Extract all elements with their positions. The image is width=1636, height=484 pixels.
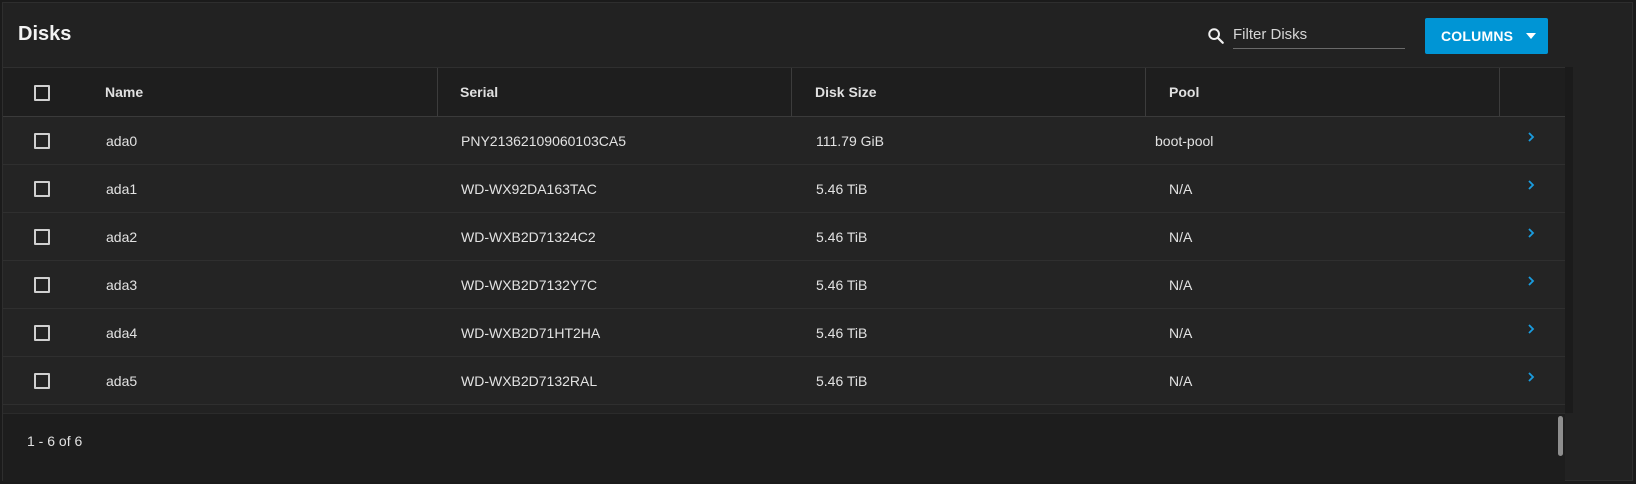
row-checkbox[interactable]: [34, 181, 50, 197]
table-scrollbar-track[interactable]: [1565, 67, 1573, 413]
column-divider[interactable]: [437, 68, 438, 116]
columns-button[interactable]: COLUMNS: [1425, 18, 1548, 54]
toolbar: Disks COLUMNS: [3, 3, 1632, 67]
disk-size: 5.46 TiB: [816, 372, 868, 389]
row-checkbox[interactable]: [34, 133, 50, 149]
table-row[interactable]: ada3 WD-WXB2D7132Y7C 5.46 TiB N/A: [3, 261, 1565, 309]
disk-serial: WD-WXB2D7132Y7C: [461, 276, 598, 293]
filter-disks-input[interactable]: [1233, 23, 1405, 49]
search-box: [1201, 21, 1407, 51]
table-header-row: Name Serial Disk Size Pool: [3, 67, 1565, 117]
select-all-checkbox[interactable]: [34, 85, 50, 101]
column-header-name[interactable]: Name: [105, 68, 143, 116]
search-icon: [1208, 28, 1224, 44]
disk-pool: boot-pool: [1155, 132, 1214, 149]
disk-size: 5.46 TiB: [816, 180, 868, 197]
disk-serial: WD-WXB2D71324C2: [461, 228, 596, 245]
disk-name: ada0: [106, 132, 138, 149]
caret-down-icon[interactable]: [1526, 33, 1536, 39]
row-checkbox[interactable]: [34, 229, 50, 245]
disks-table: Name Serial Disk Size Pool ada0 PNY21362…: [3, 67, 1565, 405]
disk-pool: N/A: [1169, 324, 1193, 341]
column-divider[interactable]: [1499, 68, 1500, 116]
row-checkbox[interactable]: [34, 325, 50, 341]
chevron-right-icon[interactable]: [1526, 323, 1536, 335]
disk-serial: WD-WXB2D7132RAL: [461, 372, 598, 389]
disk-size: 5.46 TiB: [816, 276, 868, 293]
disk-size: 5.46 TiB: [816, 324, 868, 341]
disk-name: ada1: [106, 180, 138, 197]
chevron-right-icon[interactable]: [1526, 371, 1536, 383]
disk-pool: N/A: [1169, 180, 1193, 197]
disk-name: ada2: [106, 228, 138, 245]
table-row[interactable]: ada2 WD-WXB2D71324C2 5.46 TiB N/A: [3, 213, 1565, 261]
table-row[interactable]: ada5 WD-WXB2D7132RAL 5.46 TiB N/A: [3, 357, 1565, 405]
column-divider[interactable]: [791, 68, 792, 116]
disk-serial: WD-WX92DA163TAC: [461, 180, 597, 197]
disk-name: ada5: [106, 372, 138, 389]
disk-pool: N/A: [1169, 228, 1193, 245]
pagination-range: 1 - 6 of 6: [27, 433, 83, 449]
scrollbar-thumb[interactable]: [1558, 416, 1563, 456]
chevron-right-icon[interactable]: [1526, 227, 1536, 239]
disk-name: ada4: [106, 324, 138, 341]
columns-button-label: COLUMNS: [1441, 28, 1514, 44]
disk-serial: PNY21362109060103CA5: [461, 132, 627, 149]
disk-serial: WD-WXB2D71HT2HA: [461, 324, 601, 341]
column-header-disk-size[interactable]: Disk Size: [815, 68, 876, 116]
row-checkbox[interactable]: [34, 373, 50, 389]
disk-pool: N/A: [1169, 372, 1193, 389]
table-row[interactable]: ada1 WD-WX92DA163TAC 5.46 TiB N/A: [3, 165, 1565, 213]
column-divider[interactable]: [1145, 68, 1146, 116]
disk-name: ada3: [106, 276, 138, 293]
table-row[interactable]: ada0 PNY21362109060103CA5 111.79 GiB boo…: [3, 117, 1565, 165]
table-footer: 1 - 6 of 6: [3, 413, 1565, 482]
chevron-right-icon[interactable]: [1526, 131, 1536, 143]
row-checkbox[interactable]: [34, 277, 50, 293]
page-title: Disks: [18, 23, 72, 45]
chevron-right-icon[interactable]: [1526, 275, 1536, 287]
column-header-pool[interactable]: Pool: [1169, 68, 1199, 116]
disk-pool: N/A: [1169, 276, 1193, 293]
disks-card: Disks COLUMNS Name Serial Disk Size Pool: [2, 2, 1633, 482]
column-header-serial[interactable]: Serial: [460, 68, 498, 116]
chevron-right-icon[interactable]: [1526, 179, 1536, 191]
disk-size: 111.79 GiB: [816, 132, 884, 149]
table-row[interactable]: ada4 WD-WXB2D71HT2HA 5.46 TiB N/A: [3, 309, 1565, 357]
disk-size: 5.46 TiB: [816, 228, 868, 245]
